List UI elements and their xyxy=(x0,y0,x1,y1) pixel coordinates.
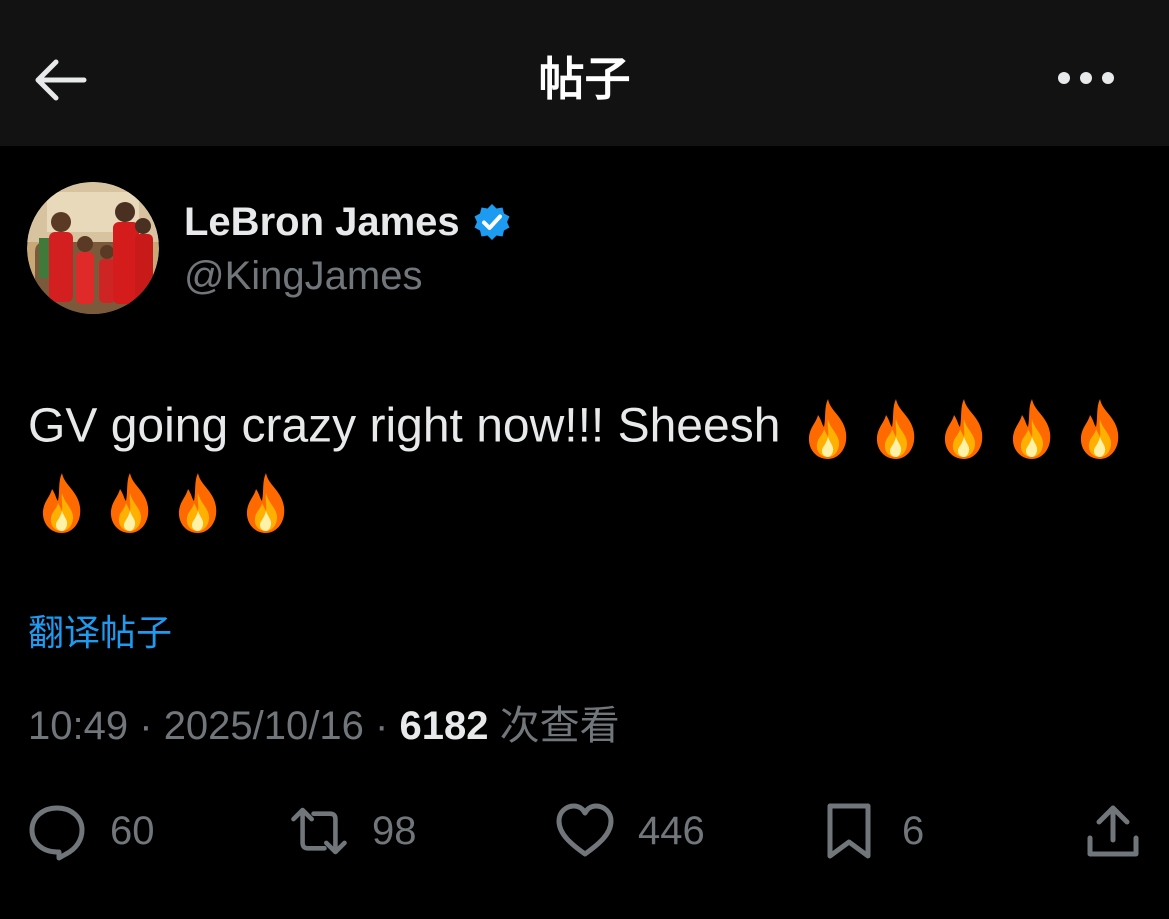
share-button[interactable] xyxy=(1082,798,1144,864)
arrow-left-icon xyxy=(35,59,87,101)
fire-emoji-icon xyxy=(34,471,90,535)
reply-count: 60 xyxy=(110,808,155,853)
verified-badge-icon xyxy=(472,202,512,242)
meta-separator: · xyxy=(139,704,153,748)
repost-icon xyxy=(288,800,350,862)
fire-emoji-icon xyxy=(800,397,856,461)
views-count: 6182 xyxy=(399,704,489,748)
more-horizontal-icon xyxy=(1058,72,1114,84)
translate-post-link[interactable]: 翻译帖子 xyxy=(28,604,172,656)
author-handle[interactable]: @KingJames xyxy=(184,254,422,299)
post-time[interactable]: 10:49 xyxy=(28,704,128,748)
bookmark-icon xyxy=(818,800,880,862)
heart-icon xyxy=(554,800,616,862)
share-icon xyxy=(1082,800,1144,862)
author-name[interactable]: LeBron James xyxy=(184,196,512,248)
reply-icon xyxy=(26,800,88,862)
post-text-content: GV going crazy right now!!! Sheesh xyxy=(28,399,781,453)
fire-emoji-icon xyxy=(1004,397,1060,461)
fire-emoji-icon xyxy=(936,397,992,461)
top-bar: 帖子 xyxy=(0,0,1169,146)
back-button[interactable] xyxy=(28,48,92,112)
meta-separator: · xyxy=(375,704,389,748)
post-date[interactable]: 2025/10/16 xyxy=(164,704,364,748)
repost-button[interactable]: 98 xyxy=(288,798,417,864)
page-title: 帖子 xyxy=(538,52,631,106)
like-button[interactable]: 446 xyxy=(554,798,705,864)
fire-emoji-icon xyxy=(238,471,294,535)
views-label: 次查看 xyxy=(499,703,620,749)
profile-photo-icon xyxy=(27,182,159,314)
post-meta: 10:49 · 2025/10/16 · 6182 次查看 xyxy=(28,700,620,752)
bookmark-button[interactable]: 6 xyxy=(818,798,924,864)
fire-emoji-icon xyxy=(868,397,924,461)
bookmark-count: 6 xyxy=(902,808,925,853)
post-text: GV going crazy right now!!! Sheesh xyxy=(28,388,1138,537)
avatar[interactable] xyxy=(27,182,159,314)
like-count: 446 xyxy=(638,808,705,853)
more-options-button[interactable] xyxy=(1050,50,1122,106)
fire-emoji-icon xyxy=(102,471,158,535)
fire-emoji-icon xyxy=(170,471,226,535)
reply-button[interactable]: 60 xyxy=(26,798,155,864)
repost-count: 98 xyxy=(372,808,417,853)
fire-emoji-icon xyxy=(1072,397,1128,461)
author-name-text: LeBron James xyxy=(184,199,460,244)
